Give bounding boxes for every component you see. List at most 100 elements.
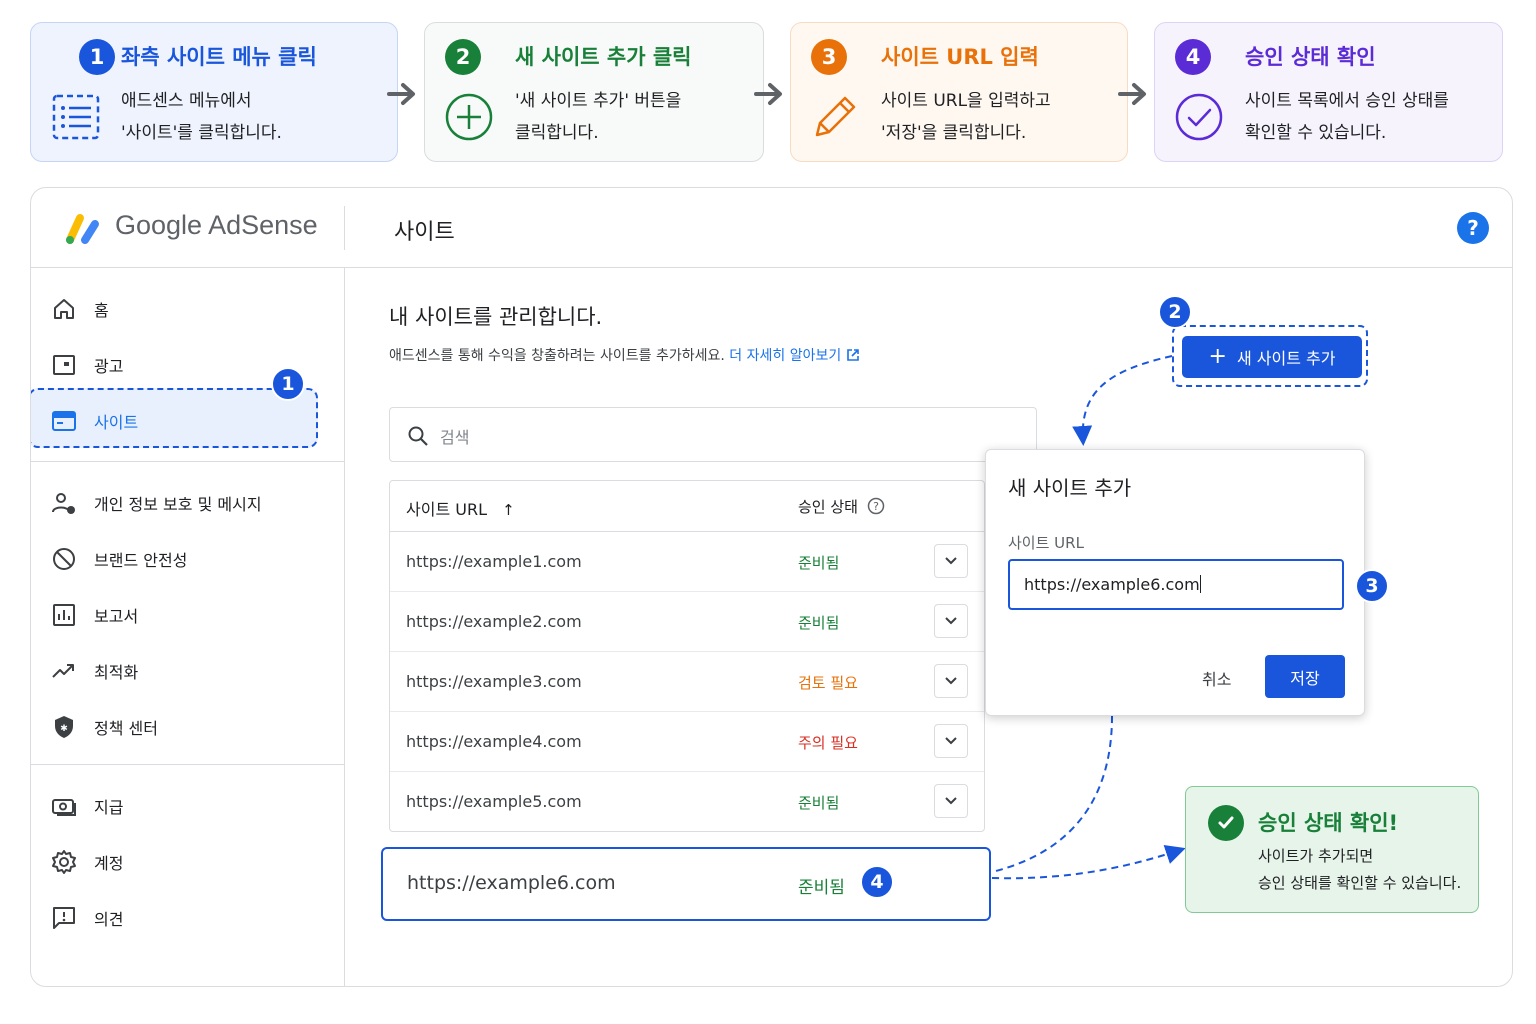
help-circle-icon[interactable]: ? [867,497,885,515]
sidebar-item-sites[interactable]: 사이트 [31,400,345,440]
status-badge: 검토 필요 [798,674,858,692]
site-url: https://example5.com [406,792,582,811]
subtitle-text: 애드센스를 통해 수익을 창출하려는 사이트를 추가하세요. [389,348,725,364]
check-circle-icon [1208,805,1244,841]
table-row[interactable]: https://example3.com 검토 필요 [390,652,984,712]
external-link-icon [846,349,859,361]
callout-title: 승인 상태 확인! [1258,811,1399,835]
chevron-down-icon [945,557,957,565]
status-badge: 준비됨 [798,614,840,632]
sites-icon [52,411,76,431]
step-number-badge: 4 [1175,39,1211,75]
expand-button[interactable] [934,544,968,578]
step-description: '새 사이트 추가' 버튼을 클릭합니다. [515,91,682,143]
step-title: 사이트 URL 입력 [881,45,1039,69]
table-row[interactable]: https://example1.com 준비됨 [390,532,984,592]
home-icon [54,299,74,319]
search-input[interactable]: 검색 [389,407,1037,462]
section-heading: 내 사이트를 관리합니다. [389,305,603,329]
column-header-label: 승인 상태 [798,498,858,516]
sidebar-item-label: 보고서 [94,607,139,626]
list-icon [52,94,100,140]
expand-button[interactable] [934,724,968,758]
step-card-1: 1 좌측 사이트 메뉴 클릭 애드센스 메뉴에서 '사이트'를 클릭합니다. [30,22,398,162]
sidebar-item-brand-safety[interactable]: 브랜드 안전성 [31,538,345,578]
feedback-icon [53,907,75,929]
pencil-icon [815,96,856,137]
new-site-row[interactable]: https://example6.com 준비됨 [381,847,991,921]
step-badge-4: 4 [860,865,894,899]
sidebar-item-label: 최적화 [94,663,139,682]
help-button[interactable]: ? [1457,212,1489,244]
search-icon [408,426,428,446]
column-header-label: 사이트 URL [406,500,487,519]
sidebar-item-label: 홈 [94,301,109,320]
save-button[interactable]: 저장 [1265,655,1345,698]
arrow-right-icon [1118,83,1146,105]
column-header-url[interactable]: 사이트 URL ↑ [406,496,515,520]
callout-body: 사이트가 추가되면 승인 상태를 확인할 수 있습니다. [1258,847,1462,892]
expand-button[interactable] [934,664,968,698]
step-title: 승인 상태 확인 [1245,45,1376,69]
sidebar-item-privacy[interactable]: 개인 정보 보호 및 메시지 [31,482,345,522]
top-bar: Google AdSense 사이트 ? [31,188,1512,268]
add-site-button[interactable]: + 새 사이트 추가 [1182,336,1362,378]
divider [31,461,345,462]
cancel-button[interactable]: 취소 [1202,666,1231,690]
table-row[interactable]: https://example4.com 주의 필요 [390,712,984,772]
expand-button[interactable] [934,604,968,638]
site-url: https://example2.com [406,612,582,631]
search-placeholder: 검색 [440,428,470,447]
status-badge: 준비됨 [798,878,845,898]
ads-icon [53,355,75,375]
table-row[interactable]: https://example5.com 준비됨 [390,772,984,832]
sidebar-item-home[interactable]: 홈 [31,288,345,328]
site-url-value: https://example6.com [1024,575,1200,594]
learn-more-link[interactable]: 더 자세히 알아보기 [729,348,859,364]
sidebar-item-label: 광고 [94,357,124,376]
check-circle-icon [1175,93,1223,141]
sidebar-item-account[interactable]: 계정 [31,841,345,881]
sidebar-item-label: 지급 [94,798,124,817]
site-url-field[interactable]: https://example6.com [1008,559,1344,610]
sidebar-item-policy-center[interactable]: ✱ 정책 센터 [31,706,345,746]
sidebar-item-feedback[interactable]: 의견 [31,897,345,937]
trending-icon [52,664,74,678]
sidebar-item-label: 계정 [94,854,124,873]
plus-icon: + [1208,344,1227,369]
step-number-badge: 3 [811,39,847,75]
adsense-logo-icon [66,214,99,244]
svg-text:✱: ✱ [60,724,68,734]
step-number-badge: 2 [445,39,481,75]
divider [31,764,345,765]
expand-button[interactable] [934,784,968,818]
site-url: https://example6.com [407,872,616,894]
text-caret [1199,575,1201,593]
page-title: 사이트 [394,220,455,245]
sidebar-item-payments[interactable]: 지급 [31,785,345,825]
field-label: 사이트 URL [1008,534,1084,552]
site-url: https://example1.com [406,552,582,571]
sidebar-item-optimization[interactable]: 최적화 [31,650,345,690]
svg-text:?: ? [873,500,879,513]
site-url: https://example4.com [406,732,582,751]
sidebar-item-label: 개인 정보 보호 및 메시지 [94,495,262,514]
step-description: 애드센스 메뉴에서 '사이트'를 클릭합니다. [121,91,282,143]
step-badge-2: 2 [1158,295,1192,329]
add-site-dialog: 새 사이트 추가 사이트 URL https://example6.com 취소… [985,449,1365,716]
table-header: 사이트 URL ↑ 승인 상태 ? [390,481,984,532]
sidebar-item-label: 브랜드 안전성 [94,551,188,570]
sidebar-item-reports[interactable]: 보고서 [31,594,345,634]
arrow-right-icon [387,83,415,105]
privacy-icon [52,493,75,514]
chevron-down-icon [945,677,957,685]
step-card-4: 4 승인 상태 확인 사이트 목록에서 승인 상태를 확인할 수 있습니다. [1154,22,1503,162]
dialog-title: 새 사이트 추가 [1008,476,1132,500]
site-url: https://example3.com [406,672,582,691]
payments-icon [52,799,76,816]
step-badge-1: 1 [271,367,305,401]
gear-icon [52,850,76,874]
table-row[interactable]: https://example2.com 준비됨 [390,592,984,652]
arrow-right-icon [754,83,782,105]
learn-more-label: 더 자세히 알아보기 [729,348,842,364]
